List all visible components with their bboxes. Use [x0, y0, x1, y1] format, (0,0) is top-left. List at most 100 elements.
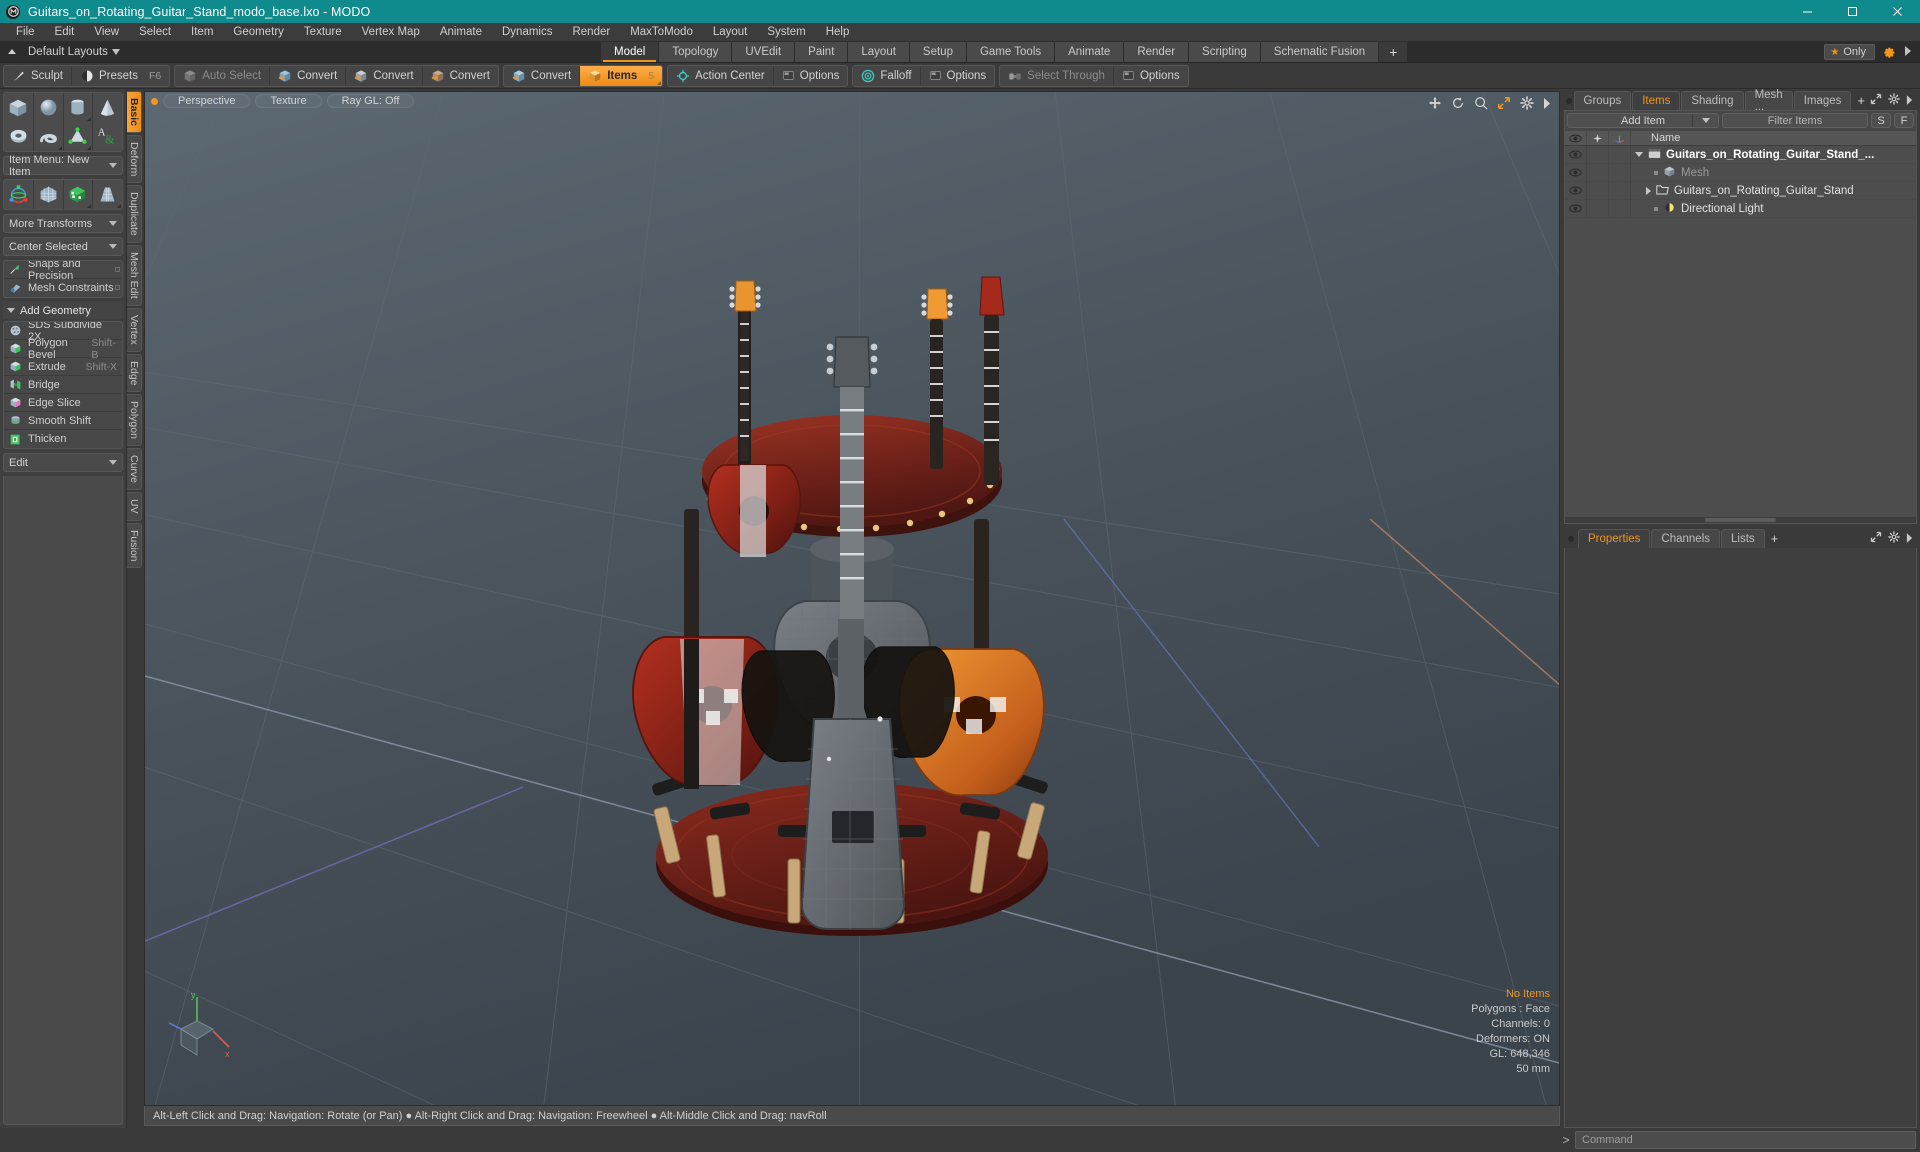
filter-items-input[interactable]: Filter Items — [1722, 113, 1868, 128]
cylinder-primitive-button[interactable] — [63, 93, 94, 122]
vtab-duplicate[interactable]: Duplicate — [127, 185, 142, 244]
zoom-icon[interactable] — [1474, 96, 1488, 110]
action-center-button[interactable]: Action Center — [668, 65, 774, 86]
fit-icon[interactable] — [1497, 96, 1511, 110]
row-visibility-toggle[interactable] — [1565, 146, 1587, 163]
layout-tab-paint[interactable]: Paint — [795, 42, 849, 62]
menu-file[interactable]: File — [6, 23, 45, 42]
menu-dynamics[interactable]: Dynamics — [492, 23, 562, 42]
vtab-uv[interactable]: UV — [127, 492, 142, 521]
menu-maxtomodo[interactable]: MaxToModo — [620, 23, 703, 42]
select-through-options-button[interactable]: Options — [1114, 66, 1188, 86]
tab-lists[interactable]: Lists — [1721, 529, 1765, 548]
layout-tab-render[interactable]: Render — [1124, 42, 1190, 62]
torus-primitive-button[interactable] — [4, 122, 34, 151]
more-transforms-dropdown[interactable]: More Transforms — [3, 214, 123, 233]
layout-tab-layout[interactable]: Layout — [848, 42, 910, 62]
chevron-right-icon[interactable] — [1904, 43, 1912, 61]
fit-icon[interactable] — [1870, 530, 1882, 548]
maximize-button[interactable] — [1830, 0, 1875, 23]
spiral-primitive-button[interactable] — [33, 122, 64, 151]
menu-view[interactable]: View — [84, 23, 129, 42]
row-lock-cell[interactable] — [1587, 182, 1609, 199]
menu-layout[interactable]: Layout — [703, 23, 758, 42]
command-input[interactable]: Command — [1575, 1131, 1916, 1149]
chevron-right-icon[interactable] — [1906, 92, 1913, 110]
layout-tab-schematic-fusion[interactable]: Schematic Fusion — [1260, 42, 1380, 62]
menu-vertex-map[interactable]: Vertex Map — [352, 23, 430, 42]
auto-select-button[interactable]: Auto Select — [175, 65, 271, 86]
falloff-options-button[interactable]: Options — [921, 66, 995, 86]
vtab-polygon[interactable]: Polygon — [127, 394, 142, 447]
minimize-button[interactable] — [1785, 0, 1830, 23]
add-properties-tab-button[interactable]: + — [1766, 529, 1784, 548]
add-item-button[interactable]: Add Item — [1567, 113, 1719, 128]
tree-item-guitar-group[interactable]: Guitars_on_Rotating_Guitar_Stand — [1631, 182, 1916, 199]
table-row[interactable]: Guitars_on_Rotating_Guitar_Stand — [1565, 182, 1916, 200]
close-button[interactable] — [1875, 0, 1920, 23]
add-geometry-section-header[interactable]: Add Geometry — [3, 302, 123, 319]
menu-edit[interactable]: Edit — [45, 23, 85, 42]
center-selected-dropdown[interactable]: Center Selected — [3, 237, 123, 256]
sculpt-button[interactable]: Sculpt — [4, 65, 72, 86]
row-axis-cell[interactable] — [1609, 200, 1631, 217]
transform-gizmo-button[interactable] — [4, 180, 34, 209]
extrude-row[interactable]: Extrude Shift-X — [4, 358, 122, 376]
select-through-button[interactable]: Select Through — [1000, 65, 1114, 86]
layout-tab-scripting[interactable]: Scripting — [1189, 42, 1261, 62]
mesh-grid-button[interactable] — [33, 180, 64, 209]
twisty-down-icon[interactable] — [1635, 152, 1643, 157]
taper-button[interactable] — [93, 180, 122, 209]
menu-item[interactable]: Item — [181, 23, 223, 42]
panel-grip-icon[interactable] — [1564, 529, 1578, 548]
tab-mesh[interactable]: Mesh ... — [1744, 89, 1793, 113]
add-item-dropdown-button[interactable] — [1692, 114, 1718, 127]
items-tree-hscrollbar[interactable] — [1565, 516, 1916, 523]
sphere-primitive-button[interactable] — [33, 93, 64, 122]
thicken-row[interactable]: Thicken — [4, 430, 122, 448]
gear-icon[interactable] — [1883, 46, 1896, 59]
mesh-constraints-row[interactable]: Mesh Constraints — [4, 279, 122, 297]
row-visibility-toggle[interactable] — [1565, 164, 1587, 181]
tab-shading[interactable]: Shading — [1681, 91, 1744, 110]
only-toggle-button[interactable]: ★ Only — [1824, 44, 1875, 60]
polygon-bevel-row[interactable]: Polygon Bevel Shift-B — [4, 337, 122, 361]
tab-items[interactable]: Items — [1632, 91, 1681, 110]
add-layout-tab-button[interactable]: + — [1379, 42, 1408, 62]
fit-icon[interactable] — [1870, 92, 1882, 110]
row-lock-cell[interactable] — [1587, 146, 1609, 163]
add-panel-tab-button[interactable]: + — [1852, 91, 1870, 110]
snaps-options-indicator[interactable] — [115, 267, 120, 272]
table-row[interactable]: Guitars_on_Rotating_Guitar_Stand_... — [1565, 146, 1916, 164]
edge-slice-row[interactable]: Edge Slice — [4, 394, 122, 412]
edit-dropdown[interactable]: Edit — [3, 453, 123, 472]
row-axis-cell[interactable] — [1609, 164, 1631, 181]
layout-tab-animate[interactable]: Animate — [1055, 42, 1125, 62]
chevron-right-icon[interactable] — [1543, 97, 1551, 109]
vtab-basic[interactable]: Basic — [127, 91, 142, 134]
polygon-primitive-button[interactable] — [63, 122, 94, 151]
mesh-green-button[interactable] — [63, 180, 94, 209]
viewport-raygl-button[interactable]: Ray GL: Off — [326, 94, 415, 108]
menu-system[interactable]: System — [757, 23, 815, 42]
snaps-and-precision-row[interactable]: Snaps and Precision — [4, 261, 122, 282]
presets-button[interactable]: Presets F6 — [72, 66, 169, 86]
layout-tab-uvedit[interactable]: UVEdit — [732, 42, 796, 62]
menu-help[interactable]: Help — [816, 23, 860, 42]
panel-grip-icon[interactable] — [1564, 91, 1574, 110]
vtab-deform[interactable]: Deform — [127, 135, 142, 184]
convert-button-1[interactable]: Convert — [270, 65, 347, 86]
convert-button-3[interactable]: Convert — [423, 66, 498, 86]
text-primitive-button[interactable]: A & — [93, 122, 122, 151]
tree-item-mesh[interactable]: Mesh — [1631, 164, 1916, 181]
row-axis-cell[interactable] — [1609, 146, 1631, 163]
gear-icon[interactable] — [1520, 96, 1534, 110]
vtab-edge[interactable]: Edge — [127, 353, 142, 393]
menu-select[interactable]: Select — [129, 23, 181, 42]
tree-item-directional-light[interactable]: Directional Light — [1631, 200, 1916, 217]
mesh-constraints-options-indicator[interactable] — [115, 285, 120, 290]
falloff-button[interactable]: Falloff — [853, 65, 921, 86]
row-axis-cell[interactable] — [1609, 182, 1631, 199]
layout-tab-model[interactable]: Model — [600, 42, 660, 62]
filter-f-button[interactable]: F — [1894, 113, 1914, 128]
